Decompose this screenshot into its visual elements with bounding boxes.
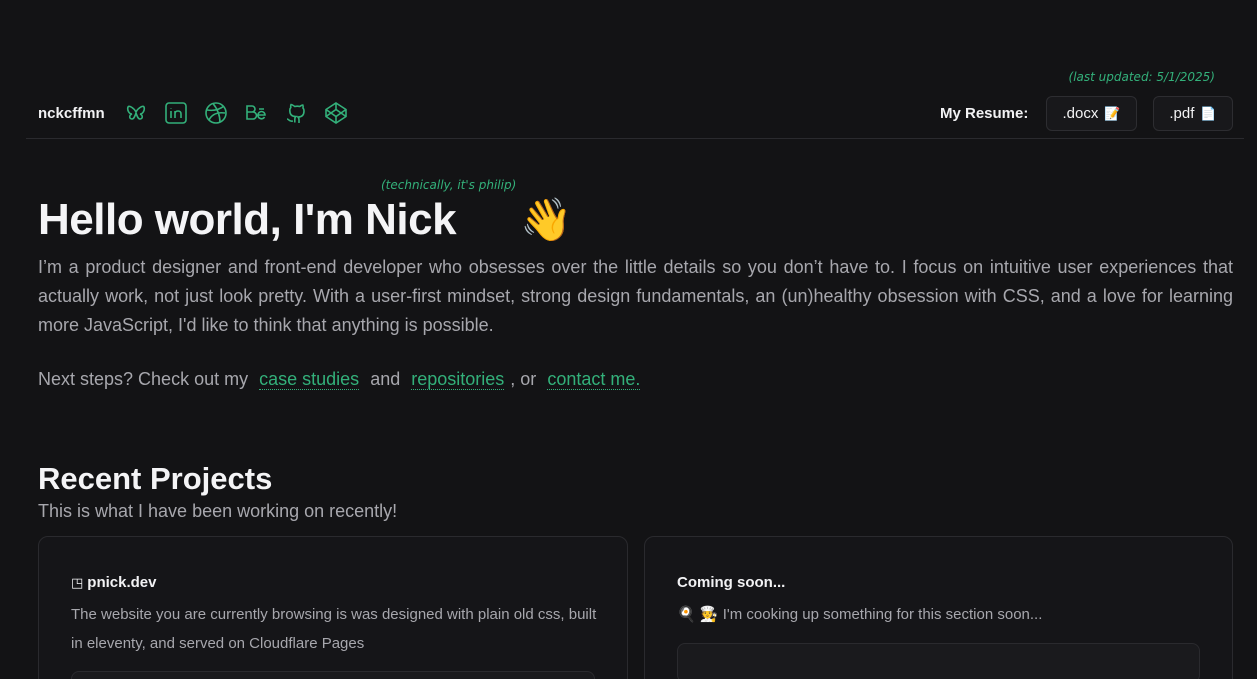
project-card-description: 🍳 🧑‍🍳 I'm cooking up something for this … <box>677 606 1043 623</box>
next-steps-prefix: Next steps? Check out my <box>38 369 249 389</box>
project-card-coming-soon: Coming soon... 🍳 🧑‍🍳 I'm cooking up some… <box>644 536 1233 679</box>
or-text: , or <box>510 369 537 389</box>
external-link-icon: ◳ <box>71 574 84 590</box>
and-text: and <box>370 369 401 389</box>
resume-label: My Resume: <box>940 105 1029 122</box>
brand-name[interactable]: nckcffmn <box>38 105 105 122</box>
codepen-icon[interactable] <box>322 100 350 126</box>
next-steps-line: Next steps? Check out my case studies an… <box>38 369 646 390</box>
recent-projects-subtitle: This is what I have been working on rece… <box>38 501 398 521</box>
project-card-title: Coming soon... <box>677 574 786 591</box>
project-card-description: The website you are currently browsing i… <box>71 606 597 652</box>
contact-link[interactable]: contact me. <box>547 369 641 390</box>
repositories-link[interactable]: repositories <box>411 369 505 390</box>
project-card-title[interactable]: ◳ pnick.dev <box>71 574 157 591</box>
project-card-pnick[interactable]: ◳ pnick.dev The website you are currentl… <box>38 536 628 679</box>
resume-docx-button[interactable]: .docx 📝 <box>1046 96 1137 131</box>
behance-icon[interactable] <box>242 100 270 126</box>
name-aside-note: (technically, it's philip) <box>381 178 517 192</box>
github-icon[interactable] <box>282 100 310 126</box>
case-studies-link[interactable]: case studies <box>259 369 360 390</box>
waving-hand-icon: 👋 <box>520 196 573 243</box>
last-updated-note: (last updated: 5/1/2025) <box>1068 70 1215 84</box>
recent-projects-title: Recent Projects <box>38 461 273 496</box>
butterfly-icon[interactable] <box>122 100 150 126</box>
linkedin-icon[interactable] <box>162 100 190 126</box>
resume-pdf-button[interactable]: .pdf 📄 <box>1153 96 1233 131</box>
project-card-preview <box>71 671 595 679</box>
page: (last updated: 5/1/2025) nckcffmn My Res… <box>0 0 1257 679</box>
project-card-preview <box>677 643 1200 679</box>
document-icon: 📄 <box>1200 105 1217 121</box>
intro-paragraph: I’m a product designer and front-end dev… <box>38 257 1233 335</box>
dribbble-icon[interactable] <box>202 100 230 126</box>
resume-docx-label: .docx <box>1062 105 1099 122</box>
project-card-title-text: pnick.dev <box>87 574 157 591</box>
site-header: nckcffmn My Resume: .docx 📝 .pdf 📄 <box>26 96 1244 139</box>
document-edit-icon: 📝 <box>1104 105 1121 121</box>
hero-title: Hello world, I'm Nick <box>38 195 457 244</box>
social-links <box>122 100 350 126</box>
resume-pdf-label: .pdf <box>1169 105 1195 122</box>
